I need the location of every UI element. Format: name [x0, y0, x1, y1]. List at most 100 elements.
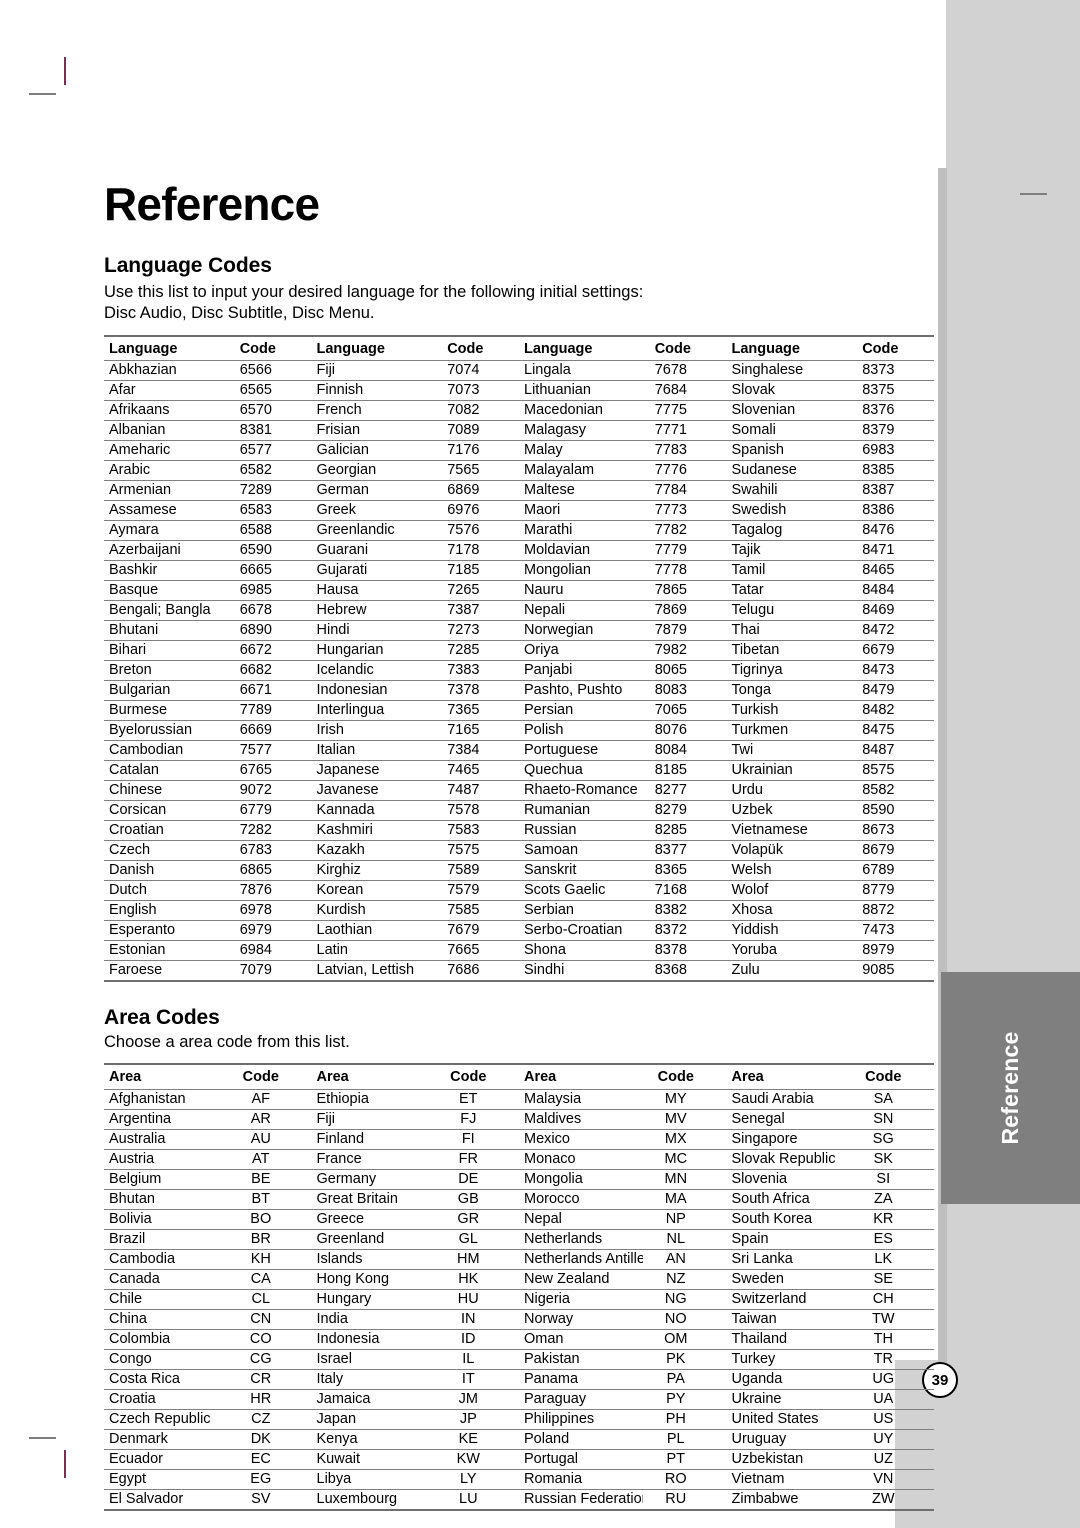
language-header-name: Language: [316, 340, 385, 357]
area-code-cell: PT: [666, 1450, 686, 1467]
language-code-cell: 8368: [654, 962, 687, 979]
table-row: Greece GR: [311, 1209, 519, 1229]
area-code-cell: CA: [250, 1270, 271, 1287]
area-name-cell: Morocco: [524, 1190, 580, 1207]
table-row: Congo CG: [104, 1349, 312, 1369]
table-row: Finland FI: [311, 1129, 519, 1149]
language-code-cell: 8590: [862, 802, 895, 819]
language-name-cell: Tajik: [731, 542, 761, 559]
table-row: Saudi Arabia SA: [726, 1089, 934, 1109]
area-code-cell: KE: [458, 1430, 478, 1447]
language-code-cell: 7684: [654, 382, 687, 399]
area-name-cell: Slovak Republic: [731, 1150, 836, 1167]
table-row: Bengali; Bangla 6678: [104, 600, 312, 621]
language-name-cell: Bengali; Bangla: [109, 602, 211, 619]
table-row: Kashmiri 7583: [311, 820, 519, 841]
language-code-cell: 8679: [862, 842, 895, 859]
table-row: Brazil BR: [104, 1229, 312, 1249]
area-code-cell: SG: [872, 1130, 894, 1147]
language-code-cell: 7176: [447, 442, 480, 459]
table-row: Tonga 8479: [726, 680, 934, 701]
table-row: Romania RO: [519, 1469, 727, 1489]
area-name-cell: Italy: [316, 1370, 344, 1387]
area-code-cell: EC: [250, 1450, 271, 1467]
table-row: Norway NO: [519, 1309, 727, 1329]
table-row: Turkish 8482: [726, 700, 934, 721]
language-name-cell: Irish: [316, 722, 344, 739]
area-name-cell: Fiji: [316, 1110, 336, 1127]
language-name-cell: Kirghiz: [316, 862, 361, 879]
language-code-cell: 7383: [447, 662, 480, 679]
area-codes-table: Area Code Afghanistan AF Argentina AR Australi…: [104, 1063, 934, 1511]
table-row: Serbian 8382: [519, 900, 727, 921]
table-row: Portuguese 8084: [519, 740, 727, 761]
language-code-cell: 6679: [862, 642, 895, 659]
language-code-cell: 8473: [862, 662, 895, 679]
language-code-cell: 6789: [862, 862, 895, 879]
table-row: Panama PA: [519, 1369, 727, 1389]
area-code-cell: US: [873, 1410, 894, 1427]
table-row: Xhosa 8872: [726, 900, 934, 921]
area-code-cell: BE: [251, 1170, 271, 1187]
language-header-name: Language: [524, 340, 593, 357]
table-row: Yiddish 7473: [726, 920, 934, 941]
area-name-cell: Jamaica: [316, 1390, 371, 1407]
language-code-cell: 8379: [862, 422, 895, 439]
area-header-row: Area Code: [312, 1065, 520, 1089]
area-header-name: Area: [731, 1069, 764, 1086]
table-row: Persian 7065: [519, 700, 727, 721]
crop-mark-bottom-left-vertical: [64, 1450, 66, 1478]
table-row: Tamil 8465: [726, 560, 934, 581]
area-name-cell: Pakistan: [524, 1350, 580, 1367]
language-name-cell: Zulu: [731, 962, 760, 979]
language-name-cell: Breton: [109, 662, 152, 679]
area-code-cell: NO: [664, 1310, 687, 1327]
language-codes-intro-line1: Use this list to input your desired lang…: [104, 283, 644, 302]
table-row: Tatar 8484: [726, 580, 934, 601]
language-name-cell: Italian: [316, 742, 356, 759]
language-code-cell: 7775: [654, 402, 687, 419]
language-name-cell: Tigrinya: [731, 662, 783, 679]
table-row: Maltese 7784: [519, 480, 727, 501]
language-code-cell: 6978: [239, 902, 272, 919]
language-name-cell: Hungarian: [316, 642, 384, 659]
language-code-cell: 7679: [447, 922, 480, 939]
area-code-cell: CL: [251, 1290, 271, 1307]
language-name-cell: Serbo-Croatian: [524, 922, 623, 939]
area-header-code: Code: [242, 1069, 279, 1086]
language-code-cell: 7678: [654, 362, 687, 379]
language-name-cell: Singhalese: [731, 362, 804, 379]
area-name-cell: Portugal: [524, 1450, 579, 1467]
area-name-cell: Greece: [316, 1210, 365, 1227]
table-row: Rhaeto-Romance 8277: [519, 780, 727, 801]
side-thumb-tab-label: Reference: [997, 1031, 1023, 1145]
table-row: El Salvador SV: [104, 1489, 312, 1509]
language-code-cell: 6985: [239, 582, 272, 599]
table-row: Basque 6985: [104, 580, 312, 601]
area-code-cell: RO: [664, 1470, 687, 1487]
table-row: Turkmen 8475: [726, 720, 934, 741]
table-row: Oriya 7982: [519, 640, 727, 661]
area-name-cell: Sweden: [731, 1270, 784, 1287]
area-name-cell: Mexico: [524, 1130, 570, 1147]
crop-mark-top-left-horizontal: [29, 93, 56, 95]
area-code-cell: HK: [458, 1270, 479, 1287]
area-column-4: Area Code Saudi Arabia SA Senegal SN Singapore…: [726, 1065, 934, 1509]
area-code-cell: ES: [873, 1230, 893, 1247]
language-name-cell: Tagalog: [731, 522, 783, 539]
language-name-cell: Latvian, Lettish: [316, 962, 415, 979]
language-code-cell: 7577: [239, 742, 272, 759]
language-code-cell: 8277: [654, 782, 687, 799]
language-header-code: Code: [654, 340, 691, 357]
table-row: Rumanian 8279: [519, 800, 727, 821]
area-name-cell: Switzerland: [731, 1290, 807, 1307]
area-name-cell: Indonesia: [316, 1330, 380, 1347]
language-header-row: Language Code: [727, 337, 935, 361]
table-row: Pashto, Pushto 8083: [519, 680, 727, 701]
language-code-cell: 7082: [447, 402, 480, 419]
table-row: Czech Republic CZ: [104, 1409, 312, 1429]
language-code-cell: 8779: [862, 882, 895, 899]
language-name-cell: Kazakh: [316, 842, 365, 859]
area-code-cell: GL: [458, 1230, 478, 1247]
language-name-cell: Hebrew: [316, 602, 367, 619]
